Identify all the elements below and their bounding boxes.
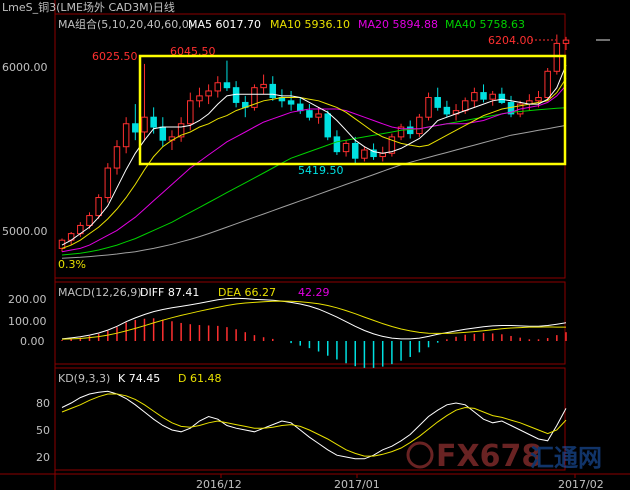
macd-tick-100: 100.00 xyxy=(8,315,47,328)
xtick-label-2016-12: 2016/12 xyxy=(196,478,242,490)
candle xyxy=(122,123,130,148)
candle xyxy=(416,116,423,135)
kd-k-label: K 74.45 xyxy=(118,372,160,385)
annotation-high-1: 6025.50 xyxy=(92,50,138,63)
macd-dea-line xyxy=(61,300,566,340)
candle xyxy=(159,126,167,141)
candle xyxy=(214,82,222,92)
xtick-label-2017-01: 2017/01 xyxy=(334,478,380,490)
candle xyxy=(205,90,212,97)
candle xyxy=(95,197,102,217)
candle xyxy=(196,95,203,102)
kd-tick-50: 50 xyxy=(36,424,50,437)
candle xyxy=(306,110,313,118)
macd-plot xyxy=(61,297,567,368)
watermark-logo-icon xyxy=(406,441,434,469)
candle xyxy=(425,97,432,118)
macd-tick-0: 0.00 xyxy=(20,335,45,348)
candle xyxy=(498,93,506,103)
macd-diff-label: DIFF 87.41 xyxy=(140,286,199,299)
candle xyxy=(434,97,441,108)
candle xyxy=(553,42,561,72)
macd-diff-line xyxy=(61,297,567,340)
ma5-line xyxy=(61,65,567,246)
watermark: FX678 汇通网 xyxy=(406,439,602,474)
candle xyxy=(132,123,139,133)
candle xyxy=(86,215,93,226)
candle xyxy=(480,92,487,100)
ma20-label: MA20 5894.88 xyxy=(358,18,438,31)
candle xyxy=(260,83,267,89)
kd-tick-80: 80 xyxy=(36,397,50,410)
candle xyxy=(333,136,341,153)
ma-combo-label: MA组合(5,10,20,40,60,0) xyxy=(58,17,193,31)
candle xyxy=(489,93,496,100)
macd-tick-200: 200.00 xyxy=(8,293,47,306)
macd-label: MACD(12,26,9) xyxy=(58,286,142,299)
candle xyxy=(544,70,551,99)
macd-value: 42.29 xyxy=(298,286,330,299)
candle xyxy=(324,113,331,138)
macd-dea-label: DEA 66.27 xyxy=(218,286,276,299)
ma40-label: MA40 5758.63 xyxy=(445,18,525,31)
candle xyxy=(141,116,148,133)
candle xyxy=(535,97,542,102)
candle xyxy=(342,142,350,153)
candlestick-chart: LmeS_铜3(LME场外 CAD3M)日线 MA组合(5,10,20,40,6… xyxy=(0,0,630,490)
candle xyxy=(562,39,570,44)
xtick-label-2017-02: 2017/02 xyxy=(558,478,604,490)
corner-label: 0.3% xyxy=(58,258,86,271)
kd-tick-20: 20 xyxy=(36,451,50,464)
candle xyxy=(461,100,469,112)
ma5-label: MA5 6017.70 xyxy=(188,18,261,31)
annotation-last-high: 6204.00 xyxy=(488,34,534,47)
candle xyxy=(150,116,157,128)
price-tick-5000: 5000.00 xyxy=(2,225,48,238)
candle xyxy=(223,82,231,89)
candle xyxy=(471,92,478,102)
candle xyxy=(351,142,359,159)
candle xyxy=(187,100,194,125)
candle xyxy=(315,113,322,118)
candle xyxy=(406,126,414,135)
candle xyxy=(297,103,304,112)
watermark-sub: 汇通网 xyxy=(530,444,602,472)
candle xyxy=(104,167,112,199)
price-plot xyxy=(58,34,570,259)
candle xyxy=(287,100,295,105)
chart-title: LmeS_铜3(LME场外 CAD3M)日线 xyxy=(2,0,175,14)
annotation-low: 5419.50 xyxy=(298,164,344,177)
candle xyxy=(269,83,277,99)
candle xyxy=(113,146,121,169)
ma10-label: MA10 5936.10 xyxy=(270,18,350,31)
candle xyxy=(443,106,451,115)
kd-d-label: D 61.48 xyxy=(178,372,221,385)
watermark-text: FX678 xyxy=(436,439,542,474)
ma60-line xyxy=(61,124,567,259)
candle xyxy=(361,149,368,159)
price-tick-6000: 6000.00 xyxy=(2,61,48,74)
kd-label: KD(9,3,3) xyxy=(58,372,110,385)
